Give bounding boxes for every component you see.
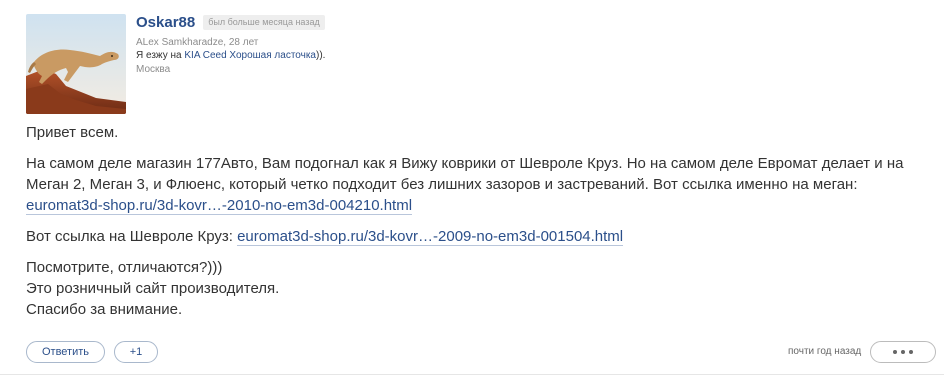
name-row: Oskar88 был больше месяца назад	[136, 12, 325, 32]
closing-line-2: Это розничный сайт производителя.	[26, 280, 280, 297]
plus-one-button[interactable]: +1	[114, 341, 158, 363]
ellipsis-icon	[893, 350, 897, 354]
paragraph-1-text: На самом деле магазин 177Авто, Вам подог…	[26, 155, 904, 193]
last-seen-badge: был больше месяца назад	[203, 14, 325, 30]
megane-link[interactable]: euromat3d-shop.ru/3d-kovr…-2010-no-em3d-…	[26, 197, 413, 215]
post-timestamp: почти год назад	[788, 346, 862, 357]
forum-post: Oskar88 был больше месяца назад ALex Sam…	[0, 0, 944, 381]
car-link[interactable]: KIA Ceed Хорошая ласточка	[184, 50, 316, 61]
greeting: Привет всем.	[26, 124, 119, 141]
author-realname: ALex Samkharadze, 28 лет	[136, 37, 259, 48]
closing-line-1: Посмотрите, отличаются?)))	[26, 259, 223, 276]
author-car: Я езжу на KIA Ceed Хорошая ласточка)).	[136, 49, 325, 63]
paragraph-1: На самом деле магазин 177Авто, Вам подог…	[26, 153, 926, 216]
author-meta: Oskar88 был больше месяца назад ALex Sam…	[136, 12, 325, 76]
post-content: Привет всем. На самом деле магазин 177Ав…	[26, 122, 926, 320]
post-actions: Ответить +1	[26, 341, 158, 363]
paragraph-2: Вот ссылка на Шевроле Круз: euromat3d-sh…	[26, 226, 926, 247]
closing-line-3: Спасибо за внимание.	[26, 301, 183, 318]
cougar-photo-icon	[26, 14, 126, 114]
username-link[interactable]: Oskar88	[136, 14, 195, 31]
more-options-button[interactable]	[870, 341, 936, 363]
car-prefix: Я езжу на	[136, 50, 185, 61]
divider	[0, 374, 944, 375]
avatar[interactable]	[26, 14, 126, 114]
ellipsis-icon	[909, 350, 913, 354]
paragraph-2-text: Вот ссылка на Шевроле Круз:	[26, 228, 238, 245]
reply-button[interactable]: Ответить	[26, 341, 105, 363]
author-city: Москва	[136, 64, 171, 75]
car-suffix: )).	[316, 50, 326, 61]
ellipsis-icon	[901, 350, 905, 354]
cruze-link[interactable]: euromat3d-shop.ru/3d-kovr…-2009-no-em3d-…	[237, 228, 624, 246]
closing: Посмотрите, отличаются?))) Это розничный…	[26, 257, 926, 320]
